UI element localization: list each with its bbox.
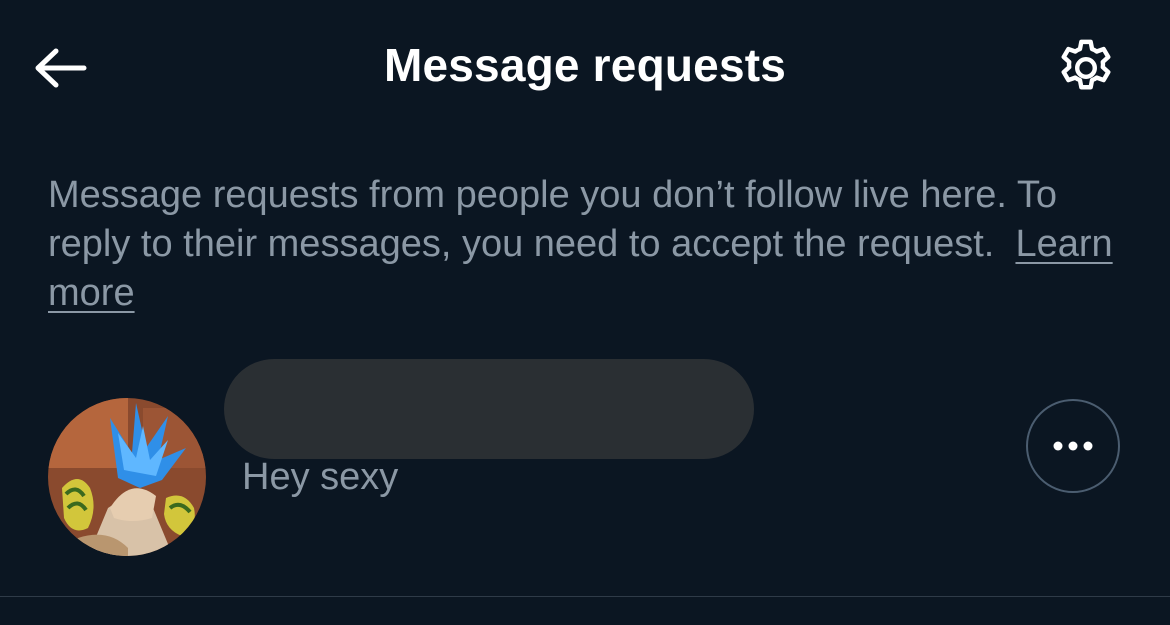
more-horizontal-icon (1053, 441, 1093, 451)
message-preview: Hey sexy (242, 456, 399, 498)
gear-icon (1061, 39, 1111, 90)
page-title: Message requests (383, 39, 787, 91)
top-bar: Message requests (0, 0, 1170, 135)
request-row[interactable]: Hey sexy (0, 355, 1170, 590)
info-description: Message requests from people you don’t f… (48, 174, 1057, 265)
more-options-button[interactable] (1026, 399, 1120, 493)
divider (0, 596, 1170, 597)
redacted-username (224, 359, 754, 459)
message-requests-content: Message requests from people you don’t f… (0, 135, 1170, 625)
avatar[interactable] (48, 398, 206, 556)
info-text: Message requests from people you don’t f… (48, 171, 1118, 318)
settings-button[interactable] (1050, 34, 1122, 102)
anime-character-avatar (48, 398, 206, 556)
